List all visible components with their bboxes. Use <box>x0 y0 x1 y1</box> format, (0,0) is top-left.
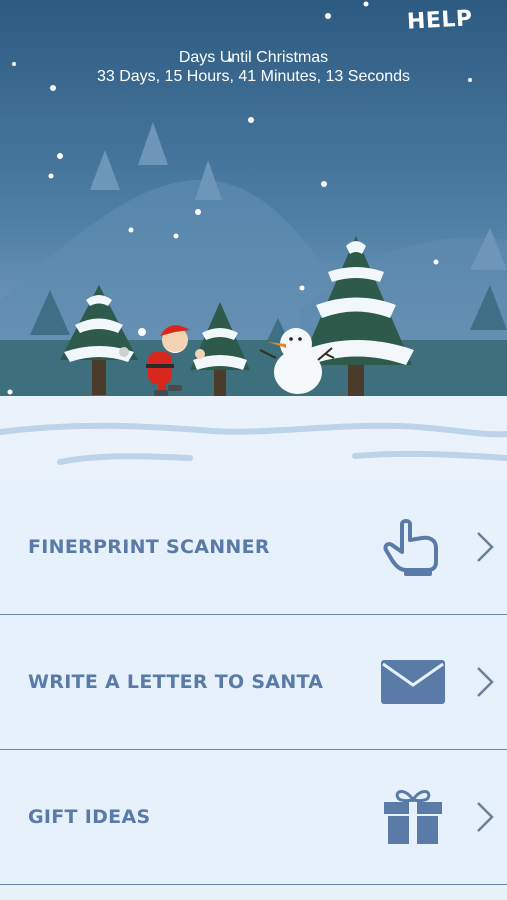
envelope-icon <box>381 660 445 704</box>
menu-item-label: FINERPRINT SCANNER <box>28 536 270 558</box>
winter-scene-banner: HELP Days Until Christmas 33 Days, 15 Ho… <box>0 0 507 400</box>
pointing-hand-icon <box>383 519 438 576</box>
main-menu: FINERPRINT SCANNER WRITE A LETTER TO SAN… <box>0 480 507 885</box>
chevron-right-icon <box>477 667 494 697</box>
menu-item-fingerprint-scanner[interactable]: FINERPRINT SCANNER <box>0 480 507 615</box>
countdown-title: Days Until Christmas <box>178 49 329 66</box>
chevron-right-icon <box>477 802 494 832</box>
snow-drifts <box>0 422 507 465</box>
gift-box-icon <box>384 790 442 844</box>
chevron-right-icon <box>477 532 494 562</box>
countdown-value: 33 Days, 15 Hours, 41 Minutes, 13 Second… <box>96 68 411 85</box>
help-button[interactable]: HELP <box>407 6 474 34</box>
menu-item-label: WRITE A LETTER TO SANTA <box>28 671 324 693</box>
christmas-countdown: Days Until Christmas 33 Days, 15 Hours, … <box>0 48 507 86</box>
snowfield-decoration <box>0 396 507 480</box>
menu-item-gift-ideas[interactable]: GIFT IDEAS <box>0 750 507 885</box>
menu-item-label: GIFT IDEAS <box>28 806 151 828</box>
menu-item-write-letter[interactable]: WRITE A LETTER TO SANTA <box>0 615 507 750</box>
